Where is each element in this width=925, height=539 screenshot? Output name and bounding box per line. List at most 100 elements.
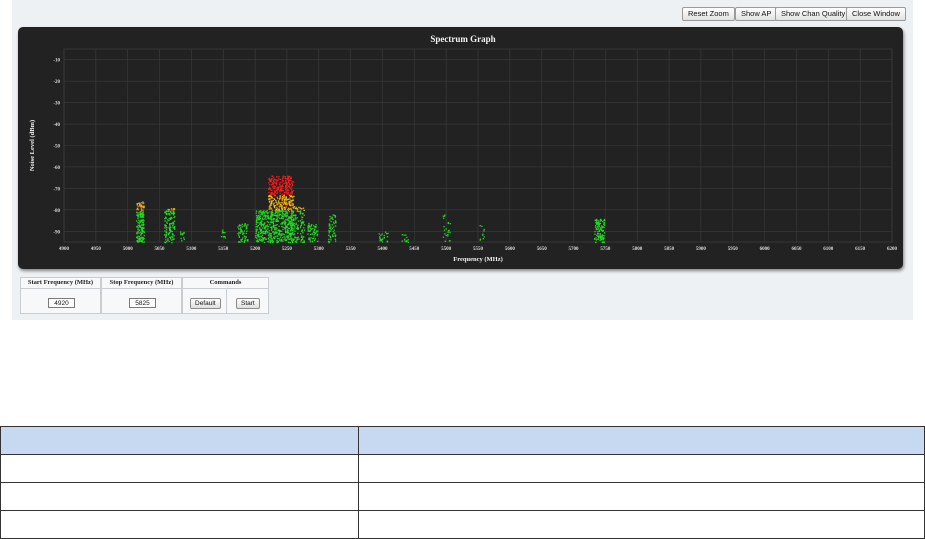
noise-point <box>269 232 271 235</box>
noise-point <box>281 177 284 179</box>
noise-point <box>275 211 278 214</box>
noise-point <box>406 236 408 239</box>
noise-point <box>255 223 257 225</box>
spectrum-graph[interactable]: 4900 4950 5000 5050 5100 5150 5200 5250 5300 5350… <box>18 27 903 269</box>
noise-point <box>331 227 334 229</box>
noise-point <box>273 202 275 204</box>
noise-point <box>260 225 262 227</box>
noise-point <box>268 208 270 210</box>
noise-point <box>314 238 317 240</box>
noise-point <box>292 203 294 205</box>
noise-point <box>143 231 145 234</box>
noise-point <box>286 183 288 185</box>
noise-point <box>328 232 330 234</box>
noise-point <box>330 220 332 223</box>
noise-point <box>287 238 289 240</box>
noise-point <box>290 195 292 198</box>
noise-point <box>273 233 275 236</box>
noise-point <box>268 239 270 241</box>
stop-frequency-header: Stop Frequency (MHz) <box>102 278 181 289</box>
noise-point <box>328 241 330 244</box>
noise-point <box>169 225 171 227</box>
default-button[interactable]: Default <box>190 298 221 309</box>
noise-point <box>386 236 389 238</box>
noise-point <box>278 205 280 207</box>
noise-point <box>601 235 603 238</box>
noise-point <box>258 231 260 234</box>
start-button[interactable]: Start <box>236 298 260 309</box>
noise-point <box>136 232 139 234</box>
noise-point <box>277 220 280 222</box>
stop-frequency-input[interactable] <box>129 298 156 308</box>
noise-point <box>261 227 264 229</box>
noise-point <box>276 232 278 234</box>
noise-point <box>224 232 226 234</box>
noise-point <box>172 234 174 236</box>
noise-point <box>255 231 257 233</box>
noise-point <box>444 233 446 235</box>
show-chan-quality-button[interactable]: Show Chan Quality <box>775 7 852 21</box>
noise-point <box>444 240 446 242</box>
noise-point <box>278 208 280 210</box>
noise-point <box>277 235 279 237</box>
noise-point <box>266 221 268 223</box>
noise-point <box>164 224 167 226</box>
noise-point <box>303 209 305 212</box>
noise-point <box>274 194 277 197</box>
noise-point <box>271 178 273 180</box>
noise-point <box>288 175 291 178</box>
noise-point <box>164 241 167 244</box>
noise-point <box>300 207 302 210</box>
noise-point <box>598 221 600 223</box>
x-tick-label: 5150 <box>218 247 229 252</box>
commands-cell: Commands Default Start <box>182 277 269 314</box>
noise-point <box>289 233 291 236</box>
table-header-cell <box>0 426 359 455</box>
noise-point <box>334 220 337 222</box>
noise-point <box>280 185 283 187</box>
noise-point <box>444 214 446 216</box>
noise-point <box>401 240 403 242</box>
noise-point <box>442 215 444 217</box>
noise-point <box>260 235 262 237</box>
noise-point <box>273 181 275 183</box>
noise-point <box>139 226 141 228</box>
noise-point <box>277 186 279 189</box>
noise-point <box>165 236 167 239</box>
noise-point <box>262 239 264 241</box>
noise-point <box>291 204 293 206</box>
noise-point <box>330 229 332 231</box>
noise-point <box>295 218 297 220</box>
noise-point <box>239 228 241 230</box>
noise-point <box>241 223 243 226</box>
noise-point <box>333 226 335 228</box>
noise-point <box>279 188 282 190</box>
noise-point <box>299 213 301 215</box>
noise-point <box>266 210 268 212</box>
noise-point <box>291 202 293 204</box>
noise-point <box>303 224 306 226</box>
start-frequency-input[interactable] <box>48 298 75 308</box>
noise-point <box>138 229 141 231</box>
close-window-button[interactable]: Close Window <box>846 7 906 21</box>
noise-point <box>271 194 273 196</box>
noise-point <box>309 241 312 243</box>
noise-point <box>594 226 597 228</box>
x-tick-label: 5800 <box>632 247 643 252</box>
noise-point <box>280 223 282 225</box>
noise-point <box>327 240 330 243</box>
show-ap-button[interactable]: Show AP <box>735 7 778 21</box>
noise-point <box>300 232 302 235</box>
noise-point <box>445 228 447 230</box>
noise-point <box>333 214 336 217</box>
table-cell <box>358 482 925 511</box>
spectrum-chart[interactable]: 4900 4950 5000 5050 5100 5150 5200 5250 5300 5350… <box>18 27 903 269</box>
noise-point <box>170 239 173 241</box>
noise-point <box>141 226 143 229</box>
noise-point <box>267 221 270 224</box>
noise-point <box>246 225 248 227</box>
noise-point <box>173 220 176 222</box>
noise-point <box>263 210 265 212</box>
noise-point <box>297 224 299 226</box>
reset-zoom-button[interactable]: Reset Zoom <box>682 7 735 21</box>
